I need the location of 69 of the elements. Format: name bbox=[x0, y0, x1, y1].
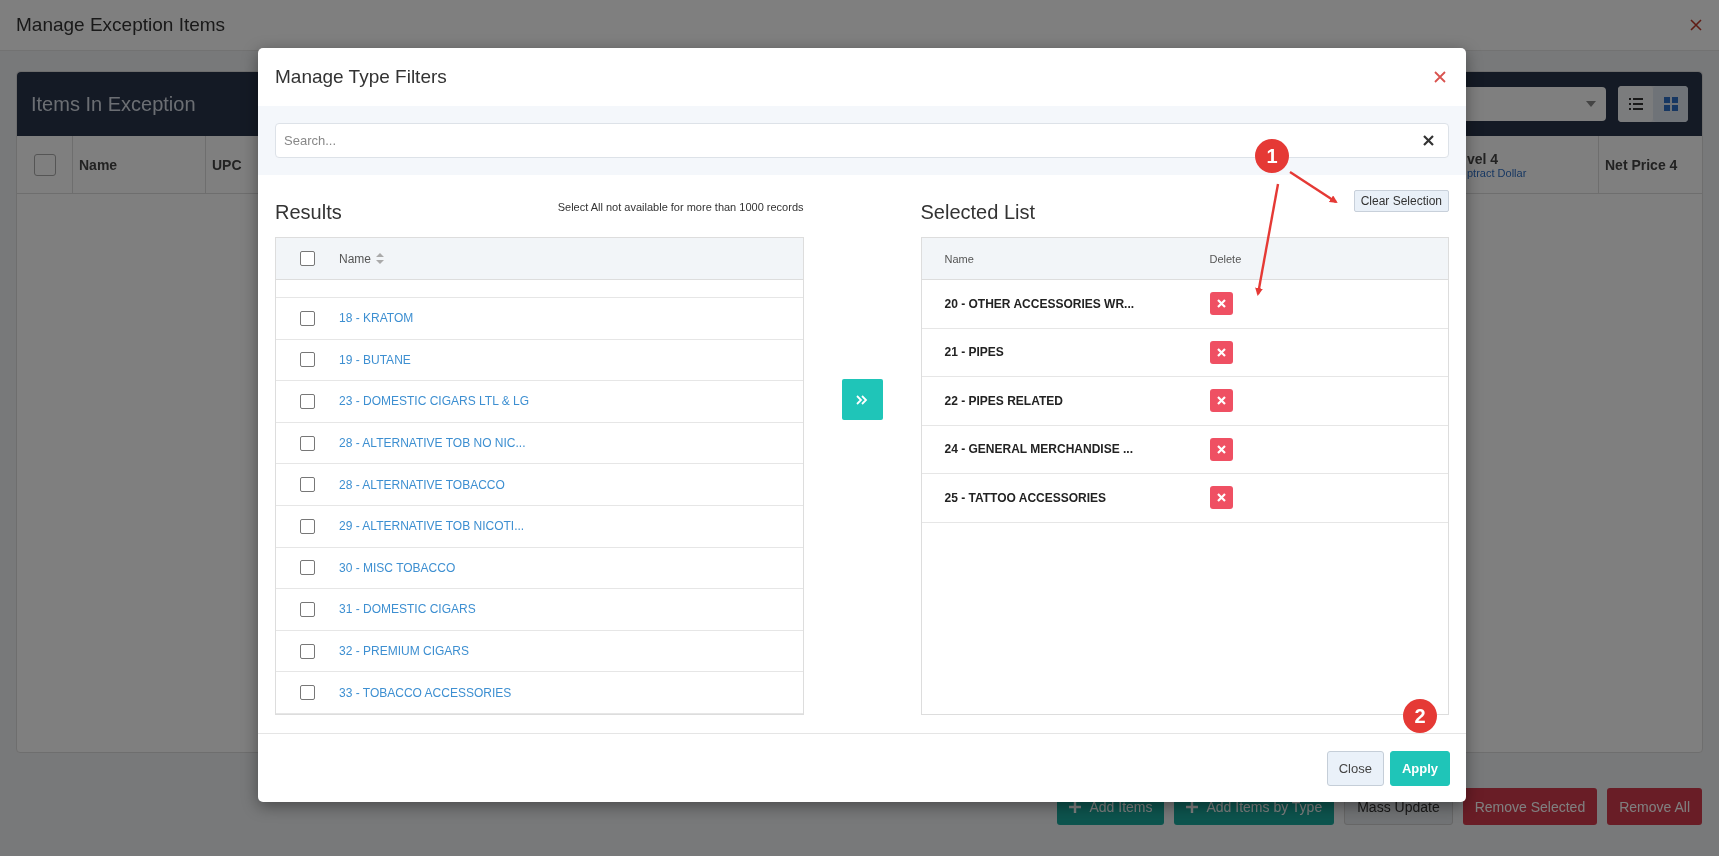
item-link[interactable]: 30 - MISC TOBACCO bbox=[339, 560, 456, 575]
close-icon bbox=[1216, 347, 1226, 357]
checkbox[interactable] bbox=[300, 352, 315, 368]
column-header: Name bbox=[79, 156, 118, 173]
item-link[interactable]: 19 - BUTANE bbox=[339, 352, 411, 367]
item-link[interactable]: 32 - PREMIUM CIGARS bbox=[339, 644, 470, 659]
delete-button[interactable] bbox=[1209, 437, 1233, 461]
item-name: 22 - PIPES RELATED bbox=[943, 393, 1064, 408]
panel-title: Items In Exception bbox=[31, 92, 196, 116]
grid-icon bbox=[1663, 97, 1678, 111]
checkbox[interactable] bbox=[300, 394, 315, 409]
double-chevron-icon bbox=[856, 394, 868, 405]
close-icon bbox=[1689, 18, 1703, 32]
delete-button[interactable] bbox=[1209, 486, 1233, 510]
close-button[interactable] bbox=[1689, 18, 1703, 32]
checkbox[interactable] bbox=[300, 685, 315, 701]
close-icon bbox=[1216, 493, 1226, 503]
item-link[interactable]: 29 - ALTERNATIVE TOB NICOTI... bbox=[339, 519, 525, 534]
column-header[interactable]: Name bbox=[339, 251, 384, 266]
column-header: Delete bbox=[1209, 252, 1242, 265]
section-title: Results bbox=[275, 200, 342, 224]
item-name: 25 - TATTOO ACCESSORIES bbox=[943, 490, 1108, 505]
clear-icon bbox=[1423, 135, 1434, 146]
view-toggle[interactable] bbox=[1618, 86, 1653, 122]
dialog-title: Manage Type Filters bbox=[275, 66, 447, 88]
view-toggle[interactable] bbox=[1653, 86, 1688, 122]
action-button[interactable]: Remove Selected bbox=[1462, 788, 1598, 825]
clear-selection-button[interactable]: Clear Selection bbox=[1353, 190, 1449, 212]
item-link[interactable]: 18 - KRATOM bbox=[339, 311, 414, 326]
column-header: UPC bbox=[212, 156, 242, 173]
close-button[interactable]: Close bbox=[1326, 750, 1384, 786]
item-link[interactable]: 33 - TOBACCO ACCESSORIES bbox=[339, 685, 512, 700]
checkbox[interactable] bbox=[300, 310, 315, 326]
close-icon bbox=[1216, 299, 1226, 309]
close-icon bbox=[1216, 444, 1226, 454]
column-header: Net Price 4 bbox=[1605, 156, 1678, 173]
section-title: Selected List bbox=[920, 200, 1035, 224]
checkbox[interactable] bbox=[300, 560, 315, 576]
annotation-arrow bbox=[1289, 171, 1338, 204]
delete-button[interactable] bbox=[1209, 389, 1233, 413]
caret-icon bbox=[1586, 101, 1596, 107]
item-link[interactable]: 28 - ALTERNATIVE TOB NO NIC... bbox=[339, 436, 526, 451]
checkbox[interactable] bbox=[300, 477, 315, 493]
item-link[interactable]: 23 - DOMESTIC CIGARS LTL & LG bbox=[339, 394, 530, 409]
item-name: 21 - PIPES bbox=[943, 345, 1005, 360]
action-button[interactable]: Remove All bbox=[1607, 788, 1702, 825]
page-title: Manage Exception Items bbox=[16, 14, 226, 36]
checkbox[interactable] bbox=[300, 643, 315, 659]
close-button[interactable] bbox=[1433, 70, 1447, 84]
apply-button[interactable]: Apply bbox=[1389, 750, 1450, 786]
info-note: Select All not available for more than 1000 records bbox=[557, 201, 804, 213]
column-header: Name bbox=[943, 252, 975, 265]
item-name: 20 - OTHER ACCESSORIES WR... bbox=[943, 296, 1136, 311]
checkbox[interactable] bbox=[300, 435, 315, 451]
sort-icon bbox=[376, 253, 384, 264]
item-name: 24 - GENERAL MERCHANDISE ... bbox=[943, 442, 1134, 457]
column-title: vel 4 bbox=[1467, 150, 1500, 167]
checkbox[interactable] bbox=[33, 153, 56, 176]
close-icon bbox=[1433, 70, 1447, 84]
checkbox[interactable] bbox=[300, 601, 315, 617]
delete-button[interactable] bbox=[1209, 292, 1233, 316]
close-icon bbox=[1216, 396, 1226, 406]
list-icon bbox=[1628, 97, 1643, 111]
delete-button[interactable] bbox=[1209, 340, 1233, 364]
item-link[interactable]: 31 - DOMESTIC CIGARS bbox=[339, 602, 476, 617]
checkbox[interactable] bbox=[300, 518, 315, 534]
column-subtitle: ptract Dollar bbox=[1467, 166, 1527, 179]
checkbox[interactable] bbox=[300, 251, 315, 266]
item-link[interactable]: 28 - ALTERNATIVE TOBACCO bbox=[339, 477, 505, 492]
